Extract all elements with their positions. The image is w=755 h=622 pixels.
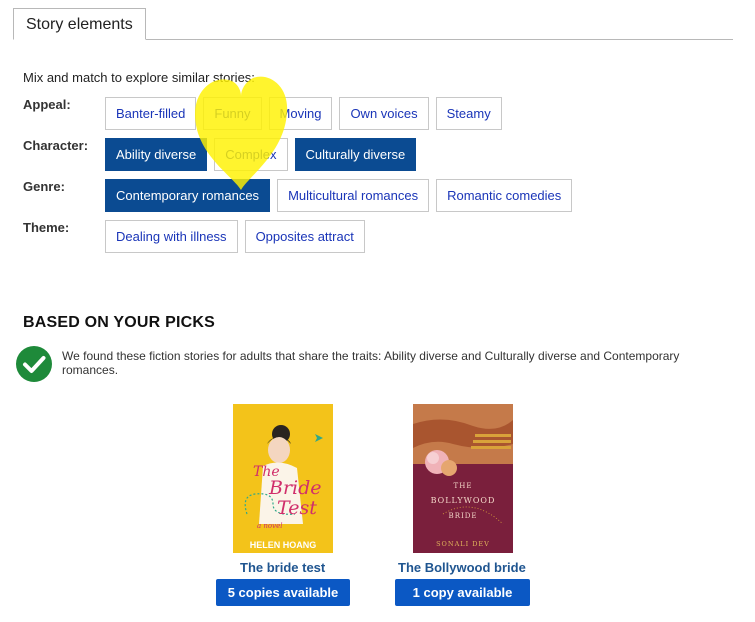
cover-line3: Test [277,497,317,519]
chips-genre: Contemporary romances Multicultural roma… [105,179,573,212]
checkmark-icon [16,346,52,382]
row-label-theme: Theme: [23,220,70,235]
row-label-character: Character: [23,138,89,153]
chip-own-voices[interactable]: Own voices [339,97,429,130]
cover-line2: Bride [268,477,322,499]
book-cover-bride-test[interactable]: The Bride Test a novel HELEN HOANG [233,404,333,553]
availability-button-bride-test[interactable]: 5 copies available [216,579,350,606]
results-message: We found these fiction stories for adult… [62,349,680,377]
row-label-genre: Genre: [23,179,65,194]
cover-line1: THE [454,482,473,490]
cover-line2: BOLLYWOOD [431,496,496,505]
chip-contemporary-romances[interactable]: Contemporary romances [105,179,271,212]
chip-multicultural-romances[interactable]: Multicultural romances [277,179,430,212]
results-heading: BASED ON YOUR PICKS [23,314,215,331]
availability-button-bollywood-bride[interactable]: 1 copy available [395,579,530,606]
intro-text: Mix and match to explore similar stories… [23,70,255,85]
cover-tagline: a novel [257,522,282,530]
chip-culturally-diverse[interactable]: Culturally diverse [294,138,417,171]
chip-dealing-with-illness[interactable]: Dealing with illness [105,220,238,253]
chips-theme: Dealing with illness Opposites attract [105,220,365,253]
chip-opposites-attract[interactable]: Opposites attract [244,220,365,253]
chips-character: Ability diverse Complex Culturally diver… [105,138,417,171]
chip-complex[interactable]: Complex [214,138,288,171]
chip-steamy[interactable]: Steamy [435,97,502,130]
book-title-bollywood-bride[interactable]: The Bollywood bride [398,560,526,575]
row-label-appeal: Appeal: [23,97,71,112]
chip-ability-diverse[interactable]: Ability diverse [105,138,208,171]
cover-author: SONALI DEV [436,540,490,548]
cover-author: HELEN HOANG [250,540,317,550]
tab-bar: Story elements [13,8,733,40]
book-cover-bollywood-bride[interactable]: THE BOLLYWOOD BRIDE SONALI DEV [413,404,513,553]
chips-appeal: Banter-filled Funny Moving Own voices St… [105,97,502,130]
cover-line3: BRIDE [449,512,478,520]
heart-highlight-icon [195,76,288,190]
chip-moving[interactable]: Moving [268,97,333,130]
chip-romantic-comedies[interactable]: Romantic comedies [436,179,573,212]
tab-story-elements[interactable]: Story elements [13,8,146,40]
book-title-bride-test[interactable]: The bride test [240,560,325,575]
chip-banter-filled[interactable]: Banter-filled [105,97,197,130]
chip-funny[interactable]: Funny [203,97,262,130]
